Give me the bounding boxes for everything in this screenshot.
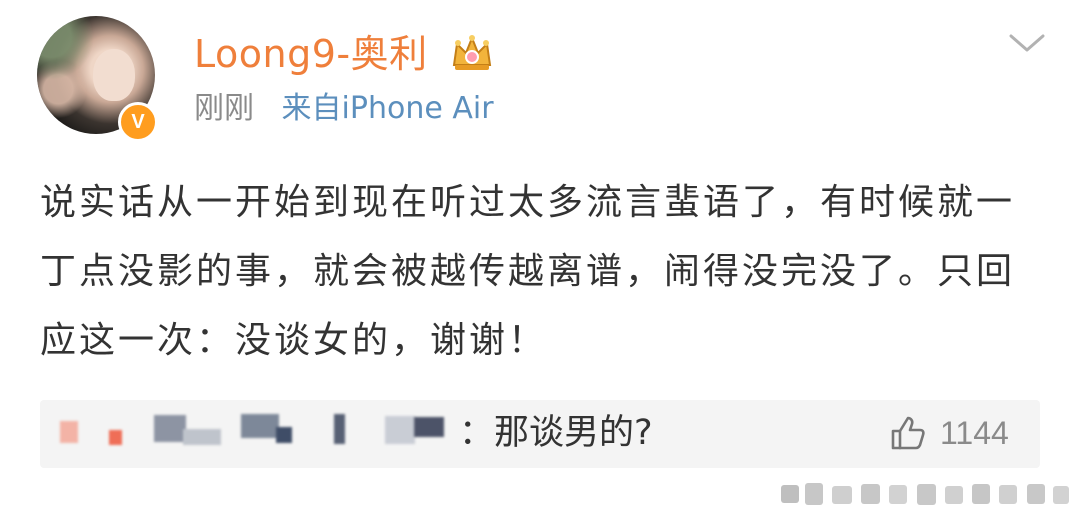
blurred-commenter-name xyxy=(385,416,415,444)
post-time: 刚刚 xyxy=(194,91,254,126)
blurred-commenter-name xyxy=(276,427,292,443)
comment-preview[interactable]: ：那谈男的? 1144 xyxy=(40,400,1040,468)
weibo-post: V Loong9-奥利 刚刚 来自iPhone Air 说实话从一开始到现在听过… xyxy=(0,0,1080,510)
post-meta: 刚刚 来自iPhone Air xyxy=(194,88,494,130)
blurred-commenter-name xyxy=(109,430,122,445)
post-source[interactable]: 来自iPhone Air xyxy=(282,91,494,126)
watermark-decoration xyxy=(781,483,1069,505)
avatar-face xyxy=(93,49,135,101)
post-content: 说实话从一开始到现在听过太多流言蜚语了，有时候就一丁点没影的事，就会被越传越离谱… xyxy=(40,182,1016,361)
blurred-commenter-name xyxy=(60,421,78,443)
like-count: 1144 xyxy=(940,415,1009,451)
blurred-commenter-name xyxy=(334,414,345,444)
blurred-commenter-name xyxy=(414,417,444,437)
comment-text: ：那谈男的? xyxy=(459,413,653,453)
verified-badge: V xyxy=(118,102,158,142)
blurred-commenter-name xyxy=(154,415,186,442)
crown-icon xyxy=(452,35,492,70)
username[interactable]: Loong9-奥利 xyxy=(194,29,428,79)
blurred-commenter-name xyxy=(183,429,221,445)
chevron-down-icon[interactable] xyxy=(1007,31,1047,55)
thumbs-up-icon[interactable] xyxy=(888,413,928,453)
blurred-commenter-name xyxy=(241,414,279,438)
